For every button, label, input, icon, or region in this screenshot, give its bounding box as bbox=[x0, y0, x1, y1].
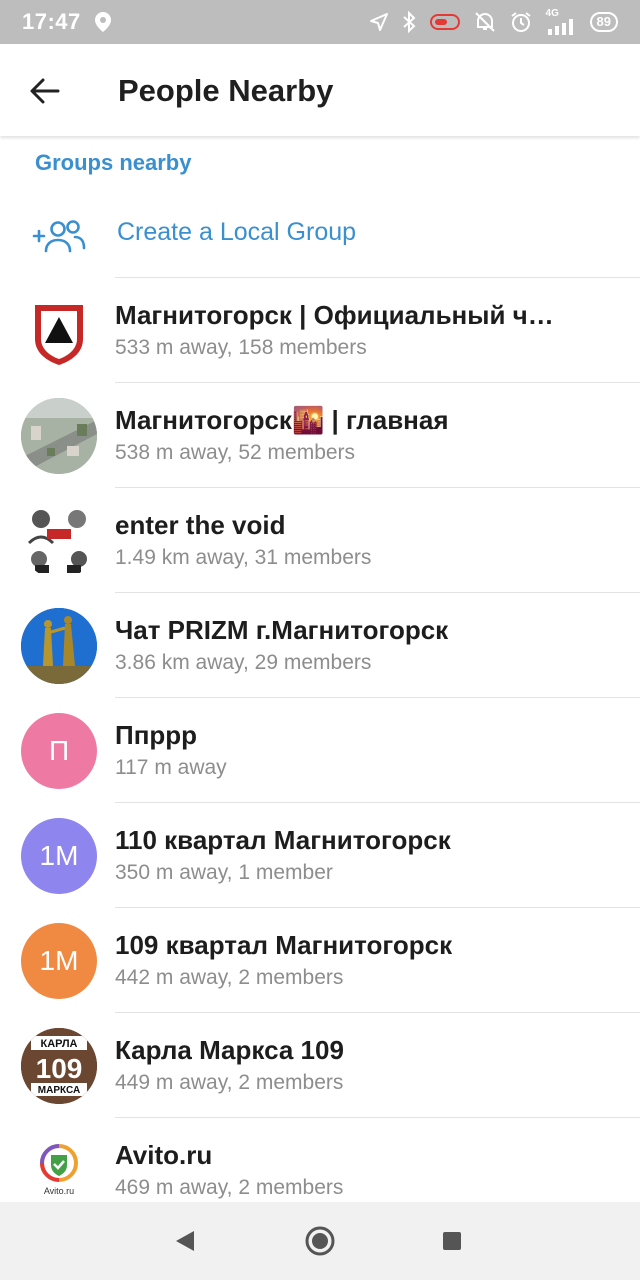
circle-home-icon bbox=[305, 1226, 335, 1256]
status-time: 17:47 bbox=[22, 9, 81, 34]
system-navigation-bar bbox=[0, 1202, 640, 1280]
group-row[interactable]: 1М 110 квартал Магнитогорск 350 m away, … bbox=[0, 803, 640, 908]
group-list: Магнитогорск | Официальный ч… 533 m away… bbox=[0, 278, 640, 1202]
group-distance: 538 m away, 52 members bbox=[115, 441, 356, 464]
battery-indicator: 89 bbox=[589, 12, 618, 32]
group-row[interactable]: Магнитогорск🌇 | главная 538 m away, 52 m… bbox=[0, 383, 640, 488]
group-distance: 442 m away, 2 members bbox=[115, 966, 344, 989]
group-row[interactable]: Чат PRIZM г.Магнитогорск 3.86 km away, 2… bbox=[0, 593, 640, 698]
svg-text:Avito.ru: Avito.ru bbox=[44, 1186, 74, 1196]
groups-nearby-list[interactable]: Groups nearby Create a Local Group Магни… bbox=[0, 136, 640, 1202]
page-title: People Nearby bbox=[118, 73, 334, 108]
group-name: Магнитогорск🌇 | главная bbox=[115, 405, 449, 435]
group-name: Avito.ru bbox=[115, 1140, 213, 1170]
group-distance: 449 m away, 2 members bbox=[115, 1071, 344, 1094]
avatar: Avito.ru bbox=[21, 1133, 97, 1202]
sketch-image bbox=[21, 503, 97, 579]
avatar bbox=[21, 608, 97, 684]
avatar bbox=[21, 398, 97, 474]
group-name: Ппррр bbox=[115, 720, 198, 750]
karla-marksa-109-image: КАРЛА 109 МАРКСА bbox=[21, 1028, 97, 1104]
group-name: 110 квартал Магнитогорск bbox=[115, 825, 451, 855]
avatar: П bbox=[21, 713, 97, 789]
group-row[interactable]: П Ппррр 117 m away bbox=[0, 698, 640, 803]
group-distance: 469 m away, 2 members bbox=[115, 1176, 344, 1199]
avatar bbox=[21, 293, 97, 369]
group-name: 109 квартал Магнитогорск bbox=[115, 930, 453, 960]
svg-text:109: 109 bbox=[36, 1053, 83, 1084]
avatar: КАРЛА 109 МАРКСА bbox=[21, 1028, 97, 1104]
triangle-back-icon bbox=[176, 1231, 194, 1251]
section-header: Groups nearby bbox=[35, 150, 192, 175]
alarm-icon bbox=[510, 11, 532, 33]
group-row[interactable]: 1М 109 квартал Магнитогорск 442 m away, … bbox=[0, 908, 640, 1013]
back-arrow-icon bbox=[30, 78, 60, 104]
group-distance: 533 m away, 158 members bbox=[115, 336, 367, 359]
group-row[interactable]: Магнитогорск | Официальный ч… 533 m away… bbox=[0, 278, 640, 383]
location-pin-icon bbox=[93, 11, 113, 33]
group-name: Магнитогорск | Официальный ч… bbox=[115, 300, 554, 330]
avatar: 1М bbox=[21, 923, 97, 999]
mute-icon bbox=[474, 11, 496, 33]
monument-photo-image bbox=[21, 608, 97, 684]
app-bar: People Nearby bbox=[0, 44, 640, 136]
group-distance: 350 m away, 1 member bbox=[115, 861, 333, 884]
square-recents-icon bbox=[443, 1232, 461, 1250]
coat-of-arms-image bbox=[21, 293, 97, 369]
nav-back-button[interactable] bbox=[165, 1221, 205, 1261]
signal-icon: 4G bbox=[546, 9, 576, 35]
avatar-initials: П bbox=[48, 735, 70, 766]
create-local-group-button[interactable]: Create a Local Group bbox=[0, 196, 640, 278]
avatar: 1М bbox=[21, 818, 97, 894]
screen-record-icon bbox=[429, 13, 460, 31]
group-row[interactable]: enter the void 1.49 km away, 31 members bbox=[0, 488, 640, 593]
group-row[interactable]: Avito.ru Avito.ru 469 m away, 2 members bbox=[0, 1118, 640, 1202]
add-group-icon bbox=[32, 220, 86, 253]
group-distance: 3.86 km away, 29 members bbox=[115, 651, 372, 674]
navigation-arrow-icon bbox=[369, 13, 388, 31]
create-local-group-label: Create a Local Group bbox=[117, 218, 357, 246]
avatar bbox=[21, 503, 97, 579]
status-bar: 17:47 4G 89 bbox=[0, 0, 640, 44]
avatar-initials: 1М bbox=[39, 840, 79, 871]
nav-recents-button[interactable] bbox=[432, 1221, 472, 1261]
svg-text:КАРЛА: КАРЛА bbox=[41, 1038, 78, 1050]
group-name: Карла Маркса 109 bbox=[115, 1035, 344, 1065]
city-photo-image bbox=[21, 398, 97, 474]
group-distance: 1.49 km away, 31 members bbox=[115, 546, 372, 569]
svg-text:МАРКСА: МАРКСА bbox=[38, 1085, 80, 1096]
group-name: Чат PRIZM г.Магнитогорск bbox=[115, 615, 449, 645]
back-button[interactable] bbox=[24, 70, 66, 112]
group-distance: 117 m away bbox=[115, 756, 227, 779]
nav-home-button[interactable] bbox=[300, 1221, 340, 1261]
avatar-initials: 1М bbox=[39, 945, 79, 976]
avito-logo-image: Avito.ru bbox=[21, 1133, 97, 1202]
group-name: enter the void bbox=[115, 510, 286, 540]
bluetooth-icon bbox=[402, 11, 416, 33]
group-row[interactable]: КАРЛА 109 МАРКСА Карла Маркса 109 449 m … bbox=[0, 1013, 640, 1118]
